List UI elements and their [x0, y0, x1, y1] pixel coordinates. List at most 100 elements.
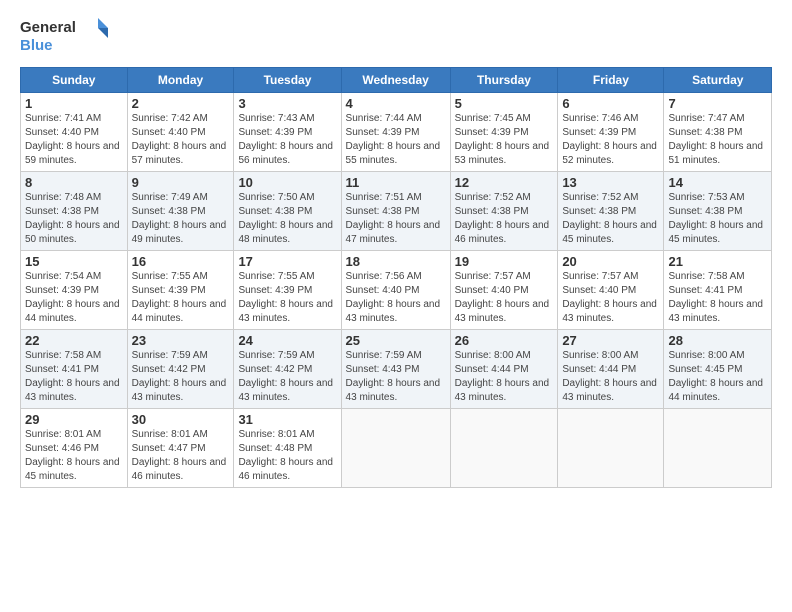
- calendar-day-cell: [664, 409, 772, 488]
- day-number: 30: [132, 412, 230, 427]
- calendar-day-cell: 7 Sunrise: 7:47 AMSunset: 4:38 PMDayligh…: [664, 93, 772, 172]
- calendar-day-cell: 21 Sunrise: 7:58 AMSunset: 4:41 PMDaylig…: [664, 251, 772, 330]
- day-info: Sunrise: 7:58 AMSunset: 4:41 PMDaylight:…: [668, 271, 763, 324]
- calendar-day-cell: 4 Sunrise: 7:44 AMSunset: 4:39 PMDayligh…: [341, 93, 450, 172]
- day-info: Sunrise: 7:41 AMSunset: 4:40 PMDaylight:…: [25, 113, 120, 166]
- day-info: Sunrise: 7:52 AMSunset: 4:38 PMDaylight:…: [562, 192, 657, 245]
- calendar-day-cell: 20 Sunrise: 7:57 AMSunset: 4:40 PMDaylig…: [558, 251, 664, 330]
- day-number: 23: [132, 333, 230, 348]
- calendar-week-row: 22 Sunrise: 7:58 AMSunset: 4:41 PMDaylig…: [21, 330, 772, 409]
- calendar-day-cell: 15 Sunrise: 7:54 AMSunset: 4:39 PMDaylig…: [21, 251, 128, 330]
- calendar-day-cell: 30 Sunrise: 8:01 AMSunset: 4:47 PMDaylig…: [127, 409, 234, 488]
- calendar-day-cell: 11 Sunrise: 7:51 AMSunset: 4:38 PMDaylig…: [341, 172, 450, 251]
- svg-text:General: General: [20, 19, 76, 36]
- day-info: Sunrise: 7:54 AMSunset: 4:39 PMDaylight:…: [25, 271, 120, 324]
- calendar-day-cell: 10 Sunrise: 7:50 AMSunset: 4:38 PMDaylig…: [234, 172, 341, 251]
- day-number: 18: [346, 254, 446, 269]
- day-number: 15: [25, 254, 123, 269]
- day-info: Sunrise: 7:57 AMSunset: 4:40 PMDaylight:…: [455, 271, 550, 324]
- header-cell: Monday: [127, 68, 234, 93]
- calendar-day-cell: 29 Sunrise: 8:01 AMSunset: 4:46 PMDaylig…: [21, 409, 128, 488]
- calendar-day-cell: 3 Sunrise: 7:43 AMSunset: 4:39 PMDayligh…: [234, 93, 341, 172]
- logo: General Blue: [20, 16, 110, 59]
- calendar-day-cell: 5 Sunrise: 7:45 AMSunset: 4:39 PMDayligh…: [450, 93, 558, 172]
- day-info: Sunrise: 7:55 AMSunset: 4:39 PMDaylight:…: [132, 271, 227, 324]
- day-info: Sunrise: 7:58 AMSunset: 4:41 PMDaylight:…: [25, 350, 120, 403]
- day-info: Sunrise: 7:55 AMSunset: 4:39 PMDaylight:…: [238, 271, 333, 324]
- calendar-body: 1 Sunrise: 7:41 AMSunset: 4:40 PMDayligh…: [21, 93, 772, 488]
- calendar-week-row: 1 Sunrise: 7:41 AMSunset: 4:40 PMDayligh…: [21, 93, 772, 172]
- day-number: 31: [238, 412, 336, 427]
- day-info: Sunrise: 8:01 AMSunset: 4:48 PMDaylight:…: [238, 429, 333, 482]
- calendar-day-cell: 18 Sunrise: 7:56 AMSunset: 4:40 PMDaylig…: [341, 251, 450, 330]
- calendar-day-cell: 17 Sunrise: 7:55 AMSunset: 4:39 PMDaylig…: [234, 251, 341, 330]
- calendar-day-cell: 31 Sunrise: 8:01 AMSunset: 4:48 PMDaylig…: [234, 409, 341, 488]
- calendar-day-cell: 23 Sunrise: 7:59 AMSunset: 4:42 PMDaylig…: [127, 330, 234, 409]
- day-info: Sunrise: 7:42 AMSunset: 4:40 PMDaylight:…: [132, 113, 227, 166]
- day-number: 8: [25, 175, 123, 190]
- day-info: Sunrise: 7:44 AMSunset: 4:39 PMDaylight:…: [346, 113, 441, 166]
- calendar-day-cell: 12 Sunrise: 7:52 AMSunset: 4:38 PMDaylig…: [450, 172, 558, 251]
- day-info: Sunrise: 7:56 AMSunset: 4:40 PMDaylight:…: [346, 271, 441, 324]
- day-number: 6: [562, 96, 659, 111]
- day-info: Sunrise: 8:00 AMSunset: 4:45 PMDaylight:…: [668, 350, 763, 403]
- header-cell: Sunday: [21, 68, 128, 93]
- day-number: 27: [562, 333, 659, 348]
- calendar-header-row: SundayMondayTuesdayWednesdayThursdayFrid…: [21, 68, 772, 93]
- day-number: 5: [455, 96, 554, 111]
- header-cell: Wednesday: [341, 68, 450, 93]
- day-number: 7: [668, 96, 767, 111]
- day-number: 24: [238, 333, 336, 348]
- logo-svg: General Blue: [20, 16, 110, 54]
- day-number: 13: [562, 175, 659, 190]
- calendar-day-cell: 19 Sunrise: 7:57 AMSunset: 4:40 PMDaylig…: [450, 251, 558, 330]
- calendar-week-row: 29 Sunrise: 8:01 AMSunset: 4:46 PMDaylig…: [21, 409, 772, 488]
- day-info: Sunrise: 7:46 AMSunset: 4:39 PMDaylight:…: [562, 113, 657, 166]
- day-info: Sunrise: 8:01 AMSunset: 4:46 PMDaylight:…: [25, 429, 120, 482]
- logo-text-block: General Blue: [20, 16, 110, 59]
- day-number: 11: [346, 175, 446, 190]
- day-info: Sunrise: 7:59 AMSunset: 4:42 PMDaylight:…: [132, 350, 227, 403]
- day-info: Sunrise: 7:57 AMSunset: 4:40 PMDaylight:…: [562, 271, 657, 324]
- day-info: Sunrise: 8:00 AMSunset: 4:44 PMDaylight:…: [455, 350, 550, 403]
- calendar-day-cell: [341, 409, 450, 488]
- day-number: 12: [455, 175, 554, 190]
- day-info: Sunrise: 7:47 AMSunset: 4:38 PMDaylight:…: [668, 113, 763, 166]
- header-cell: Saturday: [664, 68, 772, 93]
- day-info: Sunrise: 7:50 AMSunset: 4:38 PMDaylight:…: [238, 192, 333, 245]
- day-number: 17: [238, 254, 336, 269]
- calendar-day-cell: 22 Sunrise: 7:58 AMSunset: 4:41 PMDaylig…: [21, 330, 128, 409]
- day-info: Sunrise: 7:49 AMSunset: 4:38 PMDaylight:…: [132, 192, 227, 245]
- calendar-day-cell: 16 Sunrise: 7:55 AMSunset: 4:39 PMDaylig…: [127, 251, 234, 330]
- day-info: Sunrise: 7:48 AMSunset: 4:38 PMDaylight:…: [25, 192, 120, 245]
- calendar-day-cell: 25 Sunrise: 7:59 AMSunset: 4:43 PMDaylig…: [341, 330, 450, 409]
- day-number: 19: [455, 254, 554, 269]
- page: General Blue SundayMondayTuesdayWednesda…: [0, 0, 792, 612]
- calendar-day-cell: 6 Sunrise: 7:46 AMSunset: 4:39 PMDayligh…: [558, 93, 664, 172]
- calendar-day-cell: [450, 409, 558, 488]
- calendar-day-cell: 8 Sunrise: 7:48 AMSunset: 4:38 PMDayligh…: [21, 172, 128, 251]
- day-info: Sunrise: 7:59 AMSunset: 4:43 PMDaylight:…: [346, 350, 441, 403]
- calendar-day-cell: 27 Sunrise: 8:00 AMSunset: 4:44 PMDaylig…: [558, 330, 664, 409]
- day-number: 4: [346, 96, 446, 111]
- day-number: 29: [25, 412, 123, 427]
- day-number: 2: [132, 96, 230, 111]
- day-number: 22: [25, 333, 123, 348]
- calendar-week-row: 15 Sunrise: 7:54 AMSunset: 4:39 PMDaylig…: [21, 251, 772, 330]
- header-cell: Friday: [558, 68, 664, 93]
- day-number: 16: [132, 254, 230, 269]
- calendar-day-cell: 1 Sunrise: 7:41 AMSunset: 4:40 PMDayligh…: [21, 93, 128, 172]
- calendar-day-cell: 2 Sunrise: 7:42 AMSunset: 4:40 PMDayligh…: [127, 93, 234, 172]
- svg-text:Blue: Blue: [20, 37, 53, 54]
- calendar-day-cell: 13 Sunrise: 7:52 AMSunset: 4:38 PMDaylig…: [558, 172, 664, 251]
- day-info: Sunrise: 7:51 AMSunset: 4:38 PMDaylight:…: [346, 192, 441, 245]
- day-number: 9: [132, 175, 230, 190]
- day-info: Sunrise: 7:43 AMSunset: 4:39 PMDaylight:…: [238, 113, 333, 166]
- day-number: 26: [455, 333, 554, 348]
- calendar-day-cell: [558, 409, 664, 488]
- day-info: Sunrise: 7:52 AMSunset: 4:38 PMDaylight:…: [455, 192, 550, 245]
- day-info: Sunrise: 7:59 AMSunset: 4:42 PMDaylight:…: [238, 350, 333, 403]
- calendar-day-cell: 26 Sunrise: 8:00 AMSunset: 4:44 PMDaylig…: [450, 330, 558, 409]
- day-number: 25: [346, 333, 446, 348]
- day-info: Sunrise: 7:45 AMSunset: 4:39 PMDaylight:…: [455, 113, 550, 166]
